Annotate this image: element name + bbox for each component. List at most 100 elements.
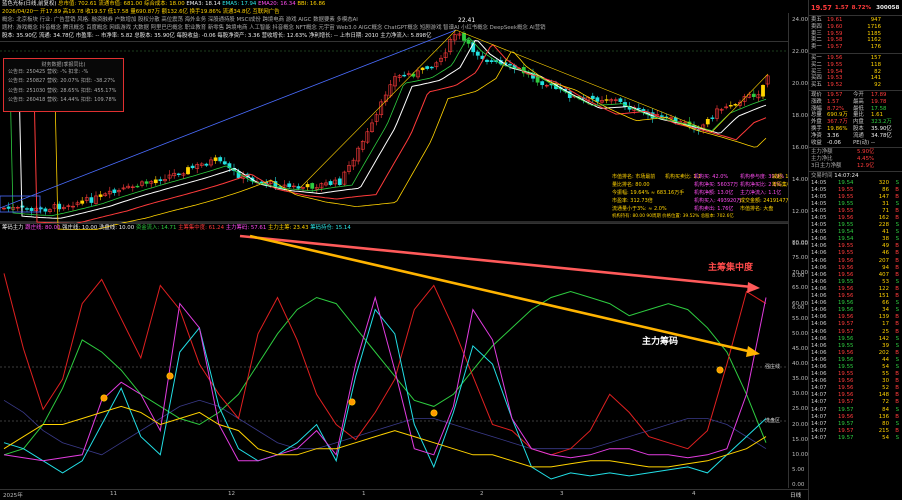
tick-direction: S <box>895 236 899 243</box>
stat-value: 35.90亿 <box>871 125 892 132</box>
tick-price: 19.54 <box>838 229 854 236</box>
tick-list[interactable]: 14:05 19.54 320 S 14:05 19.55 86 B 14:05 19.55 147… <box>809 180 902 442</box>
tick-row[interactable]: 14:06 19.55 53 S <box>811 279 900 286</box>
tick-row[interactable]: 14:05 19.55 228 S <box>811 222 900 229</box>
book-price: 19.58 <box>827 37 843 44</box>
tag-wash-zone: 洗盘区 <box>765 418 781 424</box>
bid-row[interactable]: 买五 19.52 92 <box>811 82 900 89</box>
tick-direction: S <box>895 179 899 186</box>
stock-code: 300058 <box>876 4 900 11</box>
tick-direction: B <box>895 328 899 335</box>
tick-time: 14:06 <box>811 243 827 250</box>
book-price: 19.60 <box>827 23 843 30</box>
bid-row[interactable]: 买四 19.53 141 <box>811 75 900 82</box>
tick-row[interactable]: 14:07 19.57 80 S <box>811 421 900 428</box>
stat-label: 净资 <box>811 132 822 139</box>
indicator-tick-label: 35.00 <box>792 376 809 383</box>
tick-row[interactable]: 14:05 19.55 86 B <box>811 187 900 194</box>
tick-direction: S <box>895 222 899 229</box>
tick-row[interactable]: 14:07 19.56 136 B <box>811 414 900 421</box>
tick-row[interactable]: 14:06 19.56 66 S <box>811 300 900 307</box>
tick-price: 19.55 <box>838 243 854 250</box>
candle-body <box>636 107 641 110</box>
tick-time: 14:06 <box>811 335 827 342</box>
ask-row[interactable]: 卖五 19.61 947 <box>811 17 900 24</box>
candle-body <box>761 85 765 97</box>
tick-row[interactable]: 14:07 19.57 84 S <box>811 407 900 414</box>
stat-value: 1.61 <box>871 112 884 119</box>
tick-row[interactable]: 14:06 19.56 202 B <box>811 350 900 357</box>
price-tick-label: 24.00 <box>792 17 809 23</box>
tick-time: 14:06 <box>811 314 827 321</box>
stock-title[interactable]: 蓝色光标(日线,前复权) <box>2 1 56 7</box>
bid-row[interactable]: 买三 19.54 82 <box>811 69 900 76</box>
tick-row[interactable]: 14:06 19.55 39 S <box>811 343 900 350</box>
tick-row[interactable]: 14:07 19.56 52 B <box>811 385 900 392</box>
book-level-label: 买二 <box>811 61 822 68</box>
tick-row[interactable]: 14:06 19.55 55 B <box>811 371 900 378</box>
candle-body <box>733 104 738 106</box>
tick-row[interactable]: 14:06 19.56 142 S <box>811 336 900 343</box>
bid-row[interactable]: 买二 19.55 118 <box>811 62 900 69</box>
tick-volume: 215 <box>878 427 889 434</box>
tick-volume: 142 <box>878 335 889 342</box>
tick-row[interactable]: 14:05 19.55 31 S <box>811 201 900 208</box>
tick-direction: S <box>895 420 899 427</box>
indicator-value: 强庄线: 10.00 <box>62 225 100 231</box>
tick-row[interactable]: 14:06 19.56 407 B <box>811 272 900 279</box>
tick-row[interactable]: 14:06 19.56 207 B <box>811 258 900 265</box>
book-volume: 118 <box>870 61 881 68</box>
tick-row[interactable]: 14:05 19.55 147 B <box>811 194 900 201</box>
indicator-value: 洗盘线: 10.00 <box>99 225 136 231</box>
candle-body <box>218 157 223 162</box>
tick-row[interactable]: 14:06 19.56 151 B <box>811 293 900 300</box>
tick-row[interactable]: 14:06 19.56 44 S <box>811 357 900 364</box>
tick-row[interactable]: 14:06 19.54 38 S <box>811 236 900 243</box>
info-panel: 市值排名: 市场最前 量比排名: 80.00 今振幅: 19.64% ≈ 683… <box>612 170 817 222</box>
stat-value: 17.58 <box>871 105 887 112</box>
tick-row[interactable]: 14:06 19.55 49 B <box>811 243 900 250</box>
tick-price: 19.56 <box>838 271 854 278</box>
tick-row[interactable]: 14:06 19.56 94 B <box>811 265 900 272</box>
ask-row[interactable]: 卖一 19.57 176 <box>811 44 900 51</box>
tick-row[interactable]: 14:06 19.57 17 B <box>811 321 900 328</box>
ask-row[interactable]: 卖四 19.60 1716 <box>811 24 900 31</box>
indicator-name[interactable]: 筹码主力 <box>2 225 24 231</box>
tick-row[interactable]: 14:07 19.56 148 B <box>811 392 900 399</box>
tick-price: 19.54 <box>838 179 854 186</box>
tick-row[interactable]: 14:07 19.57 54 S <box>811 435 900 442</box>
tick-row[interactable]: 14:07 19.57 215 B <box>811 428 900 435</box>
trend-line-yellow <box>711 73 769 133</box>
ask-row[interactable]: 卖二 19.58 1162 <box>811 37 900 44</box>
tick-price: 19.55 <box>838 207 854 214</box>
time-tick-label: 4 <box>692 491 696 497</box>
flow-value: 4.45% <box>857 156 875 163</box>
tick-row[interactable]: 14:05 19.56 162 B <box>811 215 900 222</box>
tick-price: 19.55 <box>838 363 854 370</box>
tick-row[interactable]: 14:06 19.55 54 S <box>811 364 900 371</box>
tick-time: 14:07 <box>811 434 827 441</box>
bid-row[interactable]: 买一 19.56 157 <box>811 55 900 62</box>
tick-row[interactable]: 14:06 19.56 122 B <box>811 286 900 293</box>
price-high-label: 22.41 <box>458 17 475 24</box>
tick-price: 19.57 <box>838 328 854 335</box>
candle-body <box>89 197 94 203</box>
ask-row[interactable]: 卖三 19.59 1185 <box>811 31 900 38</box>
tick-row[interactable]: 14:06 19.55 46 B <box>811 250 900 257</box>
tick-volume: 207 <box>878 257 889 264</box>
tick-time: 14:06 <box>811 371 827 378</box>
signal-marker <box>430 409 438 417</box>
tick-row[interactable]: 14:05 19.55 71 B <box>811 208 900 215</box>
candle-body <box>590 95 595 99</box>
tick-row[interactable]: 14:06 19.56 34 S <box>811 307 900 314</box>
tick-row[interactable]: 14:06 19.57 25 B <box>811 329 900 336</box>
tick-row[interactable]: 14:05 19.54 41 S <box>811 229 900 236</box>
tick-row[interactable]: 14:07 19.57 72 B <box>811 399 900 406</box>
indicator-tick-label: 15.00 <box>792 436 809 443</box>
tick-row[interactable]: 14:06 19.56 139 B <box>811 314 900 321</box>
tick-row[interactable]: 14:05 19.54 320 S <box>811 180 900 187</box>
candle-body <box>135 185 140 188</box>
flow-value: 5.90亿 <box>857 149 875 156</box>
info-c3-1: 机构净买: 56037万 <box>694 182 739 188</box>
tick-row[interactable]: 14:06 19.56 30 B <box>811 378 900 385</box>
